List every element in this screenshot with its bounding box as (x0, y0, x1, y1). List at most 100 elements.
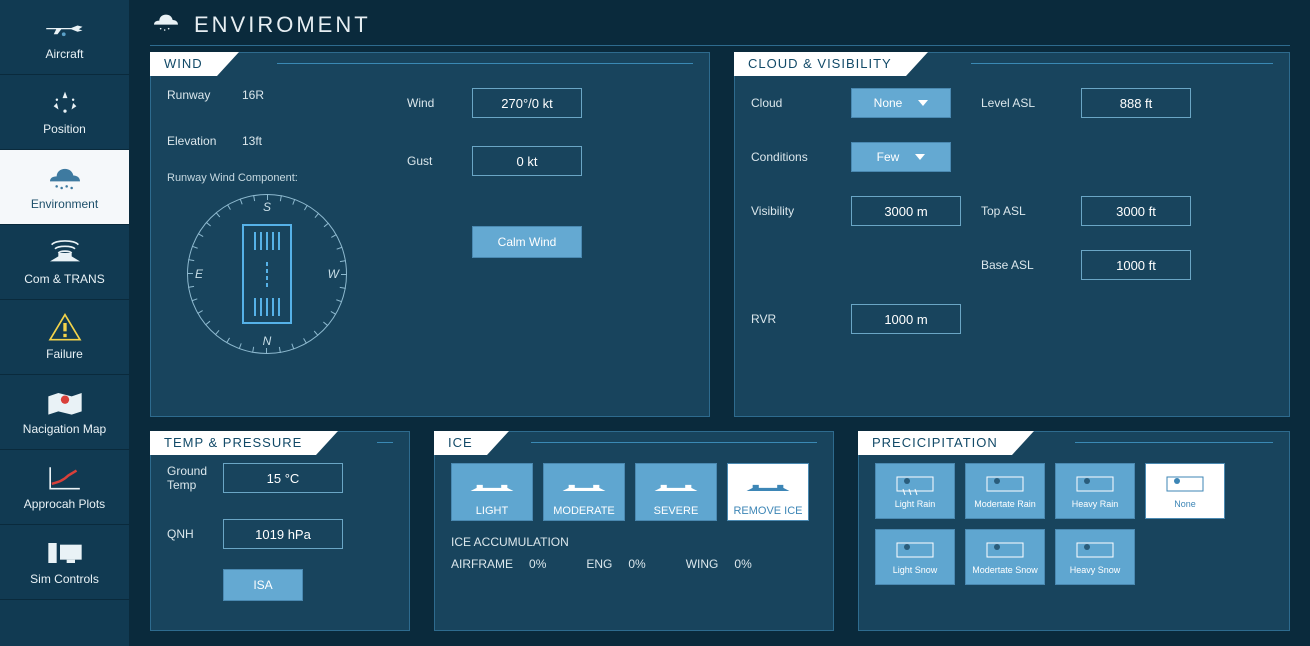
visibility-label: Visibility (751, 204, 831, 218)
wing-value: 0% (734, 557, 751, 571)
airframe-label: AIRFRAME (451, 557, 513, 571)
calm-wind-button[interactable]: Calm Wind (472, 226, 582, 258)
cloud-visibility-panel: CLOUD & VISIBILITY Cloud None Level ASL … (734, 52, 1290, 417)
precip-btn-label: Modertate Rain (974, 500, 1036, 510)
ice-accum-title: ICE ACCUMULATION (451, 535, 817, 549)
ice-remove-button[interactable]: REMOVE ICE (727, 463, 809, 521)
precip-btn-label: None (1174, 500, 1196, 510)
temp-panel-title: TEMP & PRESSURE (150, 431, 316, 455)
ice-btn-label: LIGHT (476, 505, 508, 517)
baseasl-field[interactable]: 1000 ft (1081, 250, 1191, 280)
sidebar-item-sim-controls[interactable]: Sim Controls (0, 525, 129, 600)
precip-btn-label: Light Snow (893, 566, 938, 576)
precip-moderate-rain-button[interactable]: Modertate Rain (965, 463, 1045, 519)
groundtemp-label: Ground Temp (167, 464, 223, 493)
main-content: ENVIROMENT WIND Runway16R Elevation13ft … (130, 0, 1310, 646)
precip-heavy-rain-button[interactable]: Heavy Rain (1055, 463, 1135, 519)
sim-controls-icon (45, 538, 85, 568)
precip-none-button[interactable]: None (1145, 463, 1225, 519)
compass-e: E (195, 267, 203, 281)
runway-label: Runway (167, 88, 242, 102)
rvr-field[interactable]: 1000 m (851, 304, 961, 334)
wind-panel: WIND Runway16R Elevation13ft Runway Wind… (150, 52, 710, 417)
ice-panel: ICE LIGHT MODERATE SEVERE REMOVE ICE ICE… (434, 431, 834, 631)
sidebar-item-com-trans[interactable]: Com & TRANS (0, 225, 129, 300)
ice-btn-label: REMOVE ICE (733, 505, 802, 517)
compass-s: S (263, 200, 271, 214)
baseasl-label: Base ASL (981, 258, 1061, 272)
qnh-label: QNH (167, 527, 223, 541)
levelasl-label: Level ASL (981, 96, 1061, 110)
wind-field[interactable]: 270°/0 kt (472, 88, 582, 118)
precip-btn-label: Heavy Rain (1072, 500, 1119, 510)
sidebar-item-label: Nacigation Map (23, 422, 106, 436)
wind-component-label: Runway Wind Component: (167, 172, 298, 184)
elevation-value: 13ft (242, 134, 312, 148)
cloud-dropdown-value: None (874, 96, 903, 110)
sidebar-item-label: Com & TRANS (24, 272, 104, 286)
cloud-label: Cloud (751, 96, 831, 110)
aircraft-icon (45, 13, 85, 43)
wind-panel-title: WIND (150, 52, 217, 76)
precip-light-snow-button[interactable]: Light Snow (875, 529, 955, 585)
failure-icon (45, 313, 85, 343)
page-title: ENVIROMENT (194, 12, 371, 38)
map-icon (45, 388, 85, 418)
precip-heavy-snow-button[interactable]: Heavy Snow (1055, 529, 1135, 585)
environment-header-icon (150, 10, 182, 39)
topasl-field[interactable]: 3000 ft (1081, 196, 1191, 226)
ice-moderate-button[interactable]: MODERATE (543, 463, 625, 521)
precip-light-rain-button[interactable]: Light Rain (875, 463, 955, 519)
levelasl-field[interactable]: 888 ft (1081, 88, 1191, 118)
sidebar-item-label: Failure (46, 347, 83, 361)
runway-value: 16R (242, 88, 312, 102)
conditions-dropdown[interactable]: Few (851, 142, 951, 172)
sidebar-item-label: Sim Controls (30, 572, 99, 586)
position-icon (45, 88, 85, 118)
com-trans-icon (45, 238, 85, 268)
chevron-down-icon (915, 154, 925, 160)
sidebar-item-failure[interactable]: Failure (0, 300, 129, 375)
ice-btn-label: SEVERE (654, 505, 699, 517)
gust-label: Gust (407, 154, 472, 168)
sidebar-item-approach-plots[interactable]: Approcah Plots (0, 450, 129, 525)
chevron-down-icon (918, 100, 928, 106)
sidebar-item-label: Approcah Plots (24, 497, 105, 511)
runway-graphic (242, 224, 292, 324)
visibility-field[interactable]: 3000 m (851, 196, 961, 226)
precip-btn-label: Light Rain (895, 500, 936, 510)
conditions-label: Conditions (751, 150, 831, 164)
sidebar: Aircraft Position Environment Com & TRAN… (0, 0, 130, 646)
compass-w: W (328, 267, 339, 281)
sidebar-item-navigation-map[interactable]: Nacigation Map (0, 375, 129, 450)
temp-pressure-panel: TEMP & PRESSURE Ground Temp15 °C QNH1019… (150, 431, 410, 631)
approach-plots-icon (45, 463, 85, 493)
wind-compass: S N E W (187, 194, 347, 354)
precip-btn-label: Modertate Snow (972, 566, 1038, 576)
isa-button[interactable]: ISA (223, 569, 303, 601)
sidebar-item-label: Aircraft (45, 47, 83, 61)
sidebar-item-environment[interactable]: Environment (0, 150, 129, 225)
ice-panel-title: ICE (434, 431, 487, 455)
wing-label: WING (686, 557, 719, 571)
gust-field[interactable]: 0 kt (472, 146, 582, 176)
ice-light-button[interactable]: LIGHT (451, 463, 533, 521)
qnh-field[interactable]: 1019 hPa (223, 519, 343, 549)
airframe-value: 0% (529, 557, 546, 571)
sidebar-item-label: Environment (31, 197, 98, 211)
groundtemp-field[interactable]: 15 °C (223, 463, 343, 493)
rvr-label: RVR (751, 312, 831, 326)
precip-moderate-snow-button[interactable]: Modertate Snow (965, 529, 1045, 585)
cloud-dropdown[interactable]: None (851, 88, 951, 118)
precip-panel-title: PRECICIPITATION (858, 431, 1012, 455)
conditions-dropdown-value: Few (877, 150, 900, 164)
ice-btn-label: MODERATE (553, 505, 615, 517)
elevation-label: Elevation (167, 134, 242, 148)
ice-severe-button[interactable]: SEVERE (635, 463, 717, 521)
sidebar-item-position[interactable]: Position (0, 75, 129, 150)
environment-icon (45, 163, 85, 193)
precip-btn-label: Heavy Snow (1070, 566, 1121, 576)
sidebar-item-aircraft[interactable]: Aircraft (0, 0, 129, 75)
topasl-label: Top ASL (981, 204, 1061, 218)
precipitation-panel: PRECICIPITATION Light Rain Modertate Rai… (858, 431, 1290, 631)
